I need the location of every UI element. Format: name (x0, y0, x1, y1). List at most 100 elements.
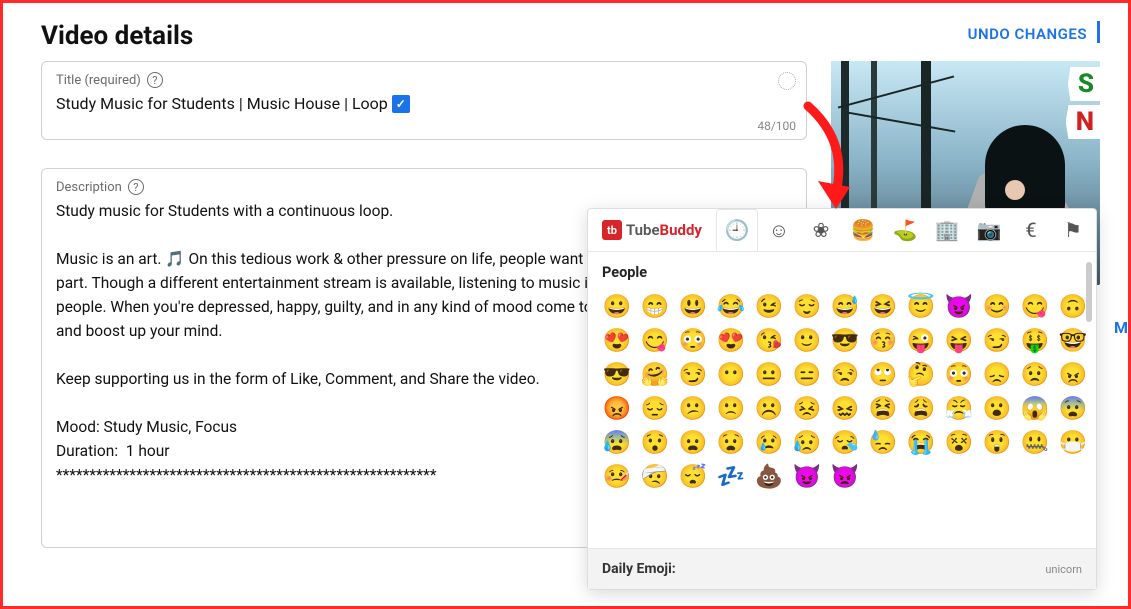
activity-icon[interactable]: ⛳ (884, 209, 926, 251)
title-input-value[interactable]: Study Music for Students | Music House |… (56, 94, 388, 113)
emoji-cell[interactable]: 😱 (1020, 393, 1050, 423)
emoji-cell[interactable]: 😑 (792, 359, 822, 389)
emoji-cell[interactable]: 😮 (982, 393, 1012, 423)
emoji-cell[interactable]: 😳 (678, 325, 708, 355)
emoji-cell[interactable]: 🤕 (640, 461, 670, 491)
thumb-badge-s: S (1068, 67, 1100, 101)
thumb-badge-n: N (1066, 105, 1100, 139)
emoji-cell[interactable]: 😟 (1020, 359, 1050, 389)
emoji-cell[interactable]: 😈 (792, 461, 822, 491)
food-icon[interactable]: 🍔 (842, 209, 884, 251)
emoji-cell[interactable]: 😭 (906, 427, 936, 457)
tubebuddy-icon: tb (602, 220, 622, 240)
recent-icon[interactable]: 🕘 (716, 209, 758, 251)
emoji-cell[interactable]: 😍 (602, 325, 632, 355)
emoji-cell[interactable]: 🤔 (906, 359, 936, 389)
page-title: Video details (41, 21, 193, 51)
emoji-cell[interactable]: 😢 (754, 427, 784, 457)
emoji-cell[interactable]: 😪 (830, 427, 860, 457)
emoji-picker-popup: tb TubeBuddy 🕘☺❀🍔⛳🏢📷€⚑ People 😀😁😃😂😉😌😅😆😇😈… (587, 208, 1097, 590)
emoji-cell[interactable]: 😉 (754, 291, 784, 321)
emoji-cell[interactable]: 😰 (602, 427, 632, 457)
people-icon[interactable]: ☺ (758, 209, 800, 251)
daily-emoji-hint: unicorn (1045, 563, 1082, 576)
symbols-icon[interactable]: € (1010, 209, 1052, 251)
emoji-cell[interactable]: 😆 (868, 291, 898, 321)
emoji-cell[interactable]: 😎 (602, 359, 632, 389)
emoji-cell[interactable]: 😝 (944, 325, 974, 355)
emoji-cell[interactable]: 😴 (678, 461, 708, 491)
emoji-cell[interactable]: 🤐 (1020, 427, 1050, 457)
flags-icon[interactable]: ⚑ (1052, 209, 1094, 251)
emoji-cell[interactable]: 😒 (830, 359, 860, 389)
emoji-cell[interactable]: 😤 (944, 393, 974, 423)
emoji-cell[interactable]: 😃 (678, 291, 708, 321)
emoji-cell[interactable]: 🤗 (640, 359, 670, 389)
emoji-cell[interactable]: 😥 (792, 427, 822, 457)
emoji-cell[interactable]: 💤 (716, 461, 746, 491)
emoji-cell[interactable]: 😏 (678, 359, 708, 389)
emoji-cell[interactable]: 😡 (602, 393, 632, 423)
emoji-cell[interactable]: 🙄 (868, 359, 898, 389)
scrollbar-thumb[interactable] (1086, 262, 1092, 322)
emoji-cell[interactable]: 😘 (754, 325, 784, 355)
emoji-cell[interactable]: 💩 (754, 461, 784, 491)
emoji-cell[interactable]: 😀 (602, 291, 632, 321)
corner-badge-icon (778, 72, 796, 90)
help-icon[interactable]: ? (128, 179, 144, 195)
description-label: Description (56, 180, 122, 195)
emoji-cell[interactable]: 😐 (754, 359, 784, 389)
emoji-cell[interactable]: 🙂 (792, 325, 822, 355)
travel-icon[interactable]: 🏢 (926, 209, 968, 251)
emoji-cell[interactable]: 🙁 (716, 393, 746, 423)
emoji-cell[interactable]: 😇 (906, 291, 936, 321)
emoji-cell[interactable]: 😖 (830, 393, 860, 423)
emoji-section-title: People (602, 264, 1084, 281)
emoji-cell[interactable]: 🙃 (1058, 291, 1088, 321)
emoji-cell[interactable]: 😈 (944, 291, 974, 321)
emoji-cell[interactable]: 😏 (982, 325, 1012, 355)
emoji-cell[interactable]: 👿 (830, 461, 860, 491)
emoji-cell[interactable]: 😕 (678, 393, 708, 423)
emoji-cell[interactable]: 😎 (830, 325, 860, 355)
emoji-cell[interactable]: 😔 (640, 393, 670, 423)
emoji-cell[interactable]: 😷 (1058, 427, 1088, 457)
emoji-cell[interactable]: 😚 (868, 325, 898, 355)
emoji-cell[interactable]: 😯 (640, 427, 670, 457)
title-field[interactable]: Title (required) ? Study Music for Stude… (41, 61, 807, 140)
emoji-cell[interactable]: 😲 (982, 427, 1012, 457)
emoji-cell[interactable]: 😣 (792, 393, 822, 423)
nature-icon[interactable]: ❀ (800, 209, 842, 251)
emoji-cell[interactable]: 😩 (906, 393, 936, 423)
emoji-cell[interactable]: 😍 (716, 325, 746, 355)
emoji-cell[interactable]: 😵 (944, 427, 974, 457)
emoji-cell[interactable]: 😌 (792, 291, 822, 321)
emoji-cell[interactable]: 🤒 (602, 461, 632, 491)
emoji-cell[interactable]: 😓 (868, 427, 898, 457)
undo-changes-button[interactable]: UNDO CHANGES (968, 21, 1100, 43)
emoji-cell[interactable]: 😶 (716, 359, 746, 389)
emoji-cell[interactable]: 😦 (678, 427, 708, 457)
emoji-cell[interactable]: 😁 (640, 291, 670, 321)
emoji-cell[interactable]: 😜 (906, 325, 936, 355)
emoji-cell[interactable]: 😧 (716, 427, 746, 457)
emoji-cell[interactable]: 😊 (982, 291, 1012, 321)
emoji-cell[interactable]: 🤑 (1020, 325, 1050, 355)
emoji-cell[interactable]: 😂 (716, 291, 746, 321)
emoji-cell[interactable]: 😞 (982, 359, 1012, 389)
side-letter: M (1114, 318, 1128, 337)
emoji-cell[interactable]: 😳 (944, 359, 974, 389)
emoji-cell[interactable]: 😅 (830, 291, 860, 321)
emoji-cell[interactable]: 😨 (1058, 393, 1088, 423)
title-label: Title (required) (56, 73, 141, 88)
emoji-cell[interactable]: ☹️ (754, 393, 784, 423)
emoji-cell[interactable]: 🤓 (1058, 325, 1088, 355)
emoji-cell[interactable]: 😋 (640, 325, 670, 355)
emoji-cell[interactable]: 😠 (1058, 359, 1088, 389)
daily-emoji-label: Daily Emoji: (602, 561, 676, 577)
help-icon[interactable]: ? (147, 72, 163, 88)
logo-text-tube: Tube (626, 221, 660, 239)
objects-icon[interactable]: 📷 (968, 209, 1010, 251)
emoji-cell[interactable]: 😫 (868, 393, 898, 423)
emoji-cell[interactable]: 😋 (1020, 291, 1050, 321)
